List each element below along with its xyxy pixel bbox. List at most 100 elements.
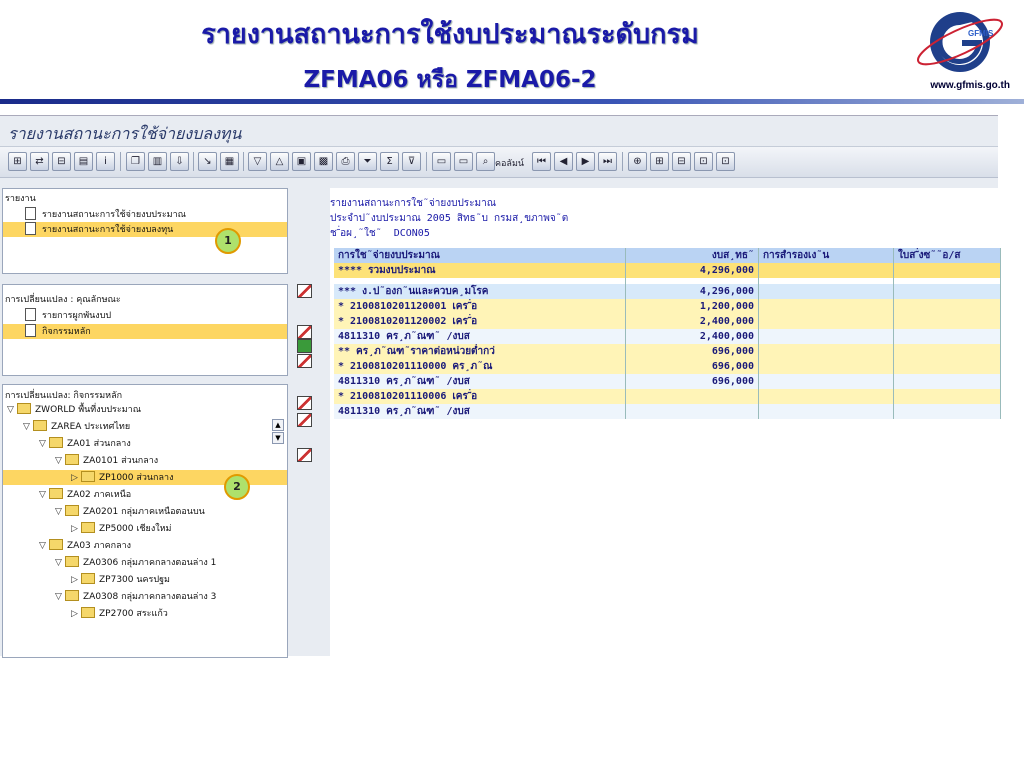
prev-page-icon[interactable]: ◀	[554, 152, 573, 171]
tree-node[interactable]: ▽ ZA0201 กลุ่มภาคเหนือตอนบน	[3, 504, 287, 519]
info-icon[interactable]: i	[96, 152, 115, 171]
save-icon[interactable]: ▣	[292, 152, 311, 171]
drilldown-icon[interactable]: ↘	[198, 152, 217, 171]
expand-all-icon[interactable]: ⊞	[650, 152, 669, 171]
table-cell	[893, 329, 1001, 344]
table-cell	[758, 299, 894, 314]
toolbar: ⊞ ⇄ ⊟ ▤ i ❐ ▥ ⇩ ↘ ▦ ▽ △ ▣ ▩ ⎙ ⏷ Σ ⊽ ▭ ▭ …	[0, 146, 998, 178]
header-divider	[0, 99, 1024, 104]
tree-scrollbar[interactable]: ▲ ▼	[272, 419, 286, 445]
last-page-icon[interactable]: ⏭	[598, 152, 617, 171]
report-heading: รายงานสถานะการใช˜จ่ายงบประมาณ	[330, 198, 497, 209]
tree-node[interactable]: ▷ ZP7300 นครปฐม	[3, 572, 287, 587]
level-icon[interactable]: ⊡	[694, 152, 713, 171]
excel-icon[interactable]: ▩	[314, 152, 333, 171]
table-row[interactable]: * 2100810201110000 คร¸ภ˜ณ 696,000	[333, 359, 1001, 374]
navigate-icon[interactable]: ⇄	[30, 152, 49, 171]
drilldown-row-icon[interactable]	[297, 354, 312, 368]
slide-title: รายงานสถานะการใช้งบประมาณระดับกรม	[201, 19, 699, 50]
table-icon[interactable]: ▦	[220, 152, 239, 171]
doc2-icon[interactable]: ▭	[454, 152, 473, 171]
tree-node[interactable]: ▽ ZA0306 กลุ่มภาคกลางตอนล่าง 1	[3, 555, 287, 570]
collapsed-icon: ▷	[71, 473, 78, 483]
scroll-down-icon[interactable]: ▼	[272, 432, 284, 444]
table-cell	[758, 329, 894, 344]
expanded-icon: ▽	[55, 456, 62, 466]
table-cell: 4,296,000	[625, 263, 759, 278]
layout-icon[interactable]: ▤	[74, 152, 93, 171]
next-page-icon[interactable]: ▶	[576, 152, 595, 171]
tree-icon[interactable]: ⊟	[52, 152, 71, 171]
table-row[interactable]: 4811310 คร¸ภ˜ณฑ˜ /งบส 2,400,000	[333, 329, 1001, 344]
sort-asc-icon[interactable]: △	[270, 152, 289, 171]
find-icon[interactable]: ⌕	[476, 152, 495, 171]
report-item[interactable]: รายงานสถานะการใช้จ่ายงบประมาณ	[3, 207, 287, 222]
table-row[interactable]: 4811310 คร¸ภ˜ณฑ˜ /งบส 696,000	[333, 374, 1001, 389]
level2-icon[interactable]: ⊡	[716, 152, 735, 171]
chart-icon[interactable]: ▥	[148, 152, 167, 171]
tree-node[interactable]: ▽ ZA03 ภาคกลาง	[3, 538, 287, 553]
drilldown-row-icon[interactable]	[297, 284, 312, 298]
filter-set-icon[interactable]: ⏷	[358, 152, 377, 171]
table-cell	[758, 263, 894, 278]
table-cell	[758, 404, 894, 419]
table-row[interactable]: * 2100810201120001 เคร˜่อ 1,200,000	[333, 299, 1001, 314]
drilldown-row-icon[interactable]	[297, 413, 312, 427]
hierarchy-icon[interactable]: ⊞	[8, 152, 27, 171]
columns-label[interactable]: คอลัมน์	[495, 156, 524, 170]
folder-icon	[81, 522, 95, 533]
sum-icon[interactable]: Σ	[380, 152, 399, 171]
sort-desc-icon[interactable]: ▽	[248, 152, 267, 171]
tree-node[interactable]: ▷ ZP2700 สระแก้ว	[3, 606, 287, 621]
table-cell: 696,000	[625, 359, 759, 374]
table-cell: *** ง.ป˜องก˜นและควบค¸มโรค	[333, 284, 626, 299]
tree-node[interactable]: ▽ ZAREA ประเทศไทย	[3, 419, 287, 434]
table-row[interactable]: * 2100810201120002 เคร˜่อ 2,400,000	[333, 314, 1001, 329]
column-header[interactable]: การสำรองเง˜น	[758, 248, 894, 263]
collapse-all-icon[interactable]: ⊟	[672, 152, 691, 171]
report-item-selected[interactable]: รายงานสถานะการใช้จ่ายงบลงทุน	[3, 222, 287, 237]
tree-node[interactable]: ▽ ZWORLD พื้นที่งบประมาณ	[3, 402, 287, 417]
first-page-icon[interactable]: ⏮	[532, 152, 551, 171]
table-cell: * 2100810201120002 เคร˜่อ	[333, 314, 626, 329]
reports-panel-header: รายงาน	[5, 194, 36, 204]
table-row[interactable]: ** คร¸ภ˜ณฑ˜ราคาต่อหน่วยต่ำกว่ 696,000	[333, 344, 1001, 359]
column-header[interactable]: ใบส˜่งซ˜˜อ/ส	[893, 248, 1001, 263]
drilldown-row-icon[interactable]	[297, 325, 312, 339]
scroll-up-icon[interactable]: ▲	[272, 419, 284, 431]
activity-tree-panel: การเปลี่ยนแปลง: กิจกรรมหลัก ▽ ZWORLD พื้น…	[2, 384, 288, 658]
characteristic-item[interactable]: รายการผูกพันงบป	[3, 308, 287, 323]
tree-node[interactable]: ▽ ZA0101 ส่วนกลาง	[3, 453, 287, 468]
table-cell	[758, 284, 894, 299]
print-icon[interactable]: ⎙	[336, 152, 355, 171]
characteristic-item-selected[interactable]: กิจกรรมหลัก	[3, 324, 287, 339]
column-header[interactable]: งบส¸ทธ˜	[625, 248, 759, 263]
table-cell: 4811310 คร¸ภ˜ณฑ˜ /งบส	[333, 404, 626, 419]
folder-icon	[65, 454, 79, 465]
tree-node[interactable]: ▽ ZA01 ส่วนกลาง	[3, 436, 287, 451]
tree-node[interactable]: ▷ ZP5000 เชียงใหม่	[3, 521, 287, 536]
table-cell	[893, 344, 1001, 359]
expand-icon[interactable]: ⊕	[628, 152, 647, 171]
doc-icon[interactable]: ▭	[432, 152, 451, 171]
copy-icon[interactable]: ❐	[126, 152, 145, 171]
table-row[interactable]: **** รวมงบประมาณ 4,296,000	[333, 263, 1001, 278]
folder-icon	[81, 607, 95, 618]
table-cell	[893, 284, 1001, 299]
table-row[interactable]: 4811310 คร¸ภ˜ณฑ˜ /งบส	[333, 404, 1001, 419]
slide-subtitle: ZFMA06 หรือ ZFMA06-2	[303, 67, 597, 93]
filter-icon[interactable]: ⊽	[402, 152, 421, 171]
expanded-icon: ▽	[55, 592, 62, 602]
column-header[interactable]: การใช˜จ่ายงบประมาณ	[333, 248, 626, 263]
drilldown-row-icon[interactable]	[297, 339, 312, 353]
drilldown-row-icon[interactable]	[297, 448, 312, 462]
table-row[interactable]: *** ง.ป˜องก˜นและควบค¸มโรค 4,296,000	[333, 284, 1001, 299]
tree-node[interactable]: ▽ ZA0308 กลุ่มภาคกลางตอนล่าง 3	[3, 589, 287, 604]
table-cell: ** คร¸ภ˜ณฑ˜ราคาต่อหน่วยต่ำกว่	[333, 344, 626, 359]
export-icon[interactable]: ⇩	[170, 152, 189, 171]
window-title: รายงานสถานะการใช้จ่ายงบลงทุน	[8, 124, 242, 143]
table-cell	[893, 389, 1001, 404]
table-cell	[893, 263, 1001, 278]
table-row[interactable]: * 2100810201110006 เคร˜่อ	[333, 389, 1001, 404]
drilldown-row-icon[interactable]	[297, 396, 312, 410]
